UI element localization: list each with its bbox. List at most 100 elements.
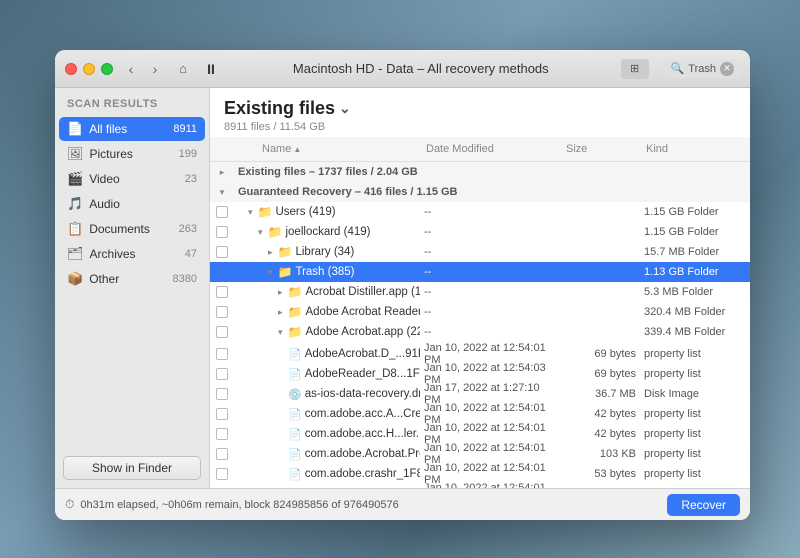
section-label: Existing files – 1737 files / 2.04 GB [234, 166, 750, 178]
sidebar-item-archives[interactable]: 🗂 Archives 47 [59, 242, 205, 266]
sidebar-item-documents[interactable]: 📋 Documents 263 [59, 217, 205, 241]
section-existing-files[interactable]: ▸ Existing files – 1737 files / 2.04 GB [210, 162, 750, 182]
folder-icon: 📁 [278, 245, 293, 259]
checkbox-icon [216, 206, 228, 218]
minimize-button[interactable] [83, 63, 95, 75]
folder-name-adobe-acrobat-app: ▾ 📁 Adobe Acrobat.app (227) [234, 325, 420, 339]
folder-name-library: ▸ 📁 Library (34) [234, 245, 420, 259]
file-panel-title-text: Existing files [224, 98, 335, 119]
chevron-down-icon[interactable]: ⌄ [339, 100, 351, 117]
file-row-adobereader-d8[interactable]: 📄 AdobeReader_D8...1F8545130C.plist Jan … [210, 362, 750, 382]
folder-date-acrobat-distiller: -- [420, 286, 560, 298]
sidebar-audio-icon: 🎵 [67, 196, 83, 212]
checkbox-com-adobe-acrobat-pro[interactable] [210, 448, 234, 460]
sidebar-section-title: Scan results [55, 88, 209, 116]
folder-row-acrobat-distiller[interactable]: ▸ 📁 Acrobat Distiller.app (10) -- 5.3 MB… [210, 282, 750, 302]
file-row-as-ios-data-recovery[interactable]: 💿 as-ios-data-recovery.dmg Jan 17, 2022 … [210, 382, 750, 402]
folder-date-joellockard: -- [420, 226, 560, 238]
status-text: 0h31m elapsed, ~0h06m remain, block 8249… [80, 499, 661, 511]
folder-date-users: -- [420, 206, 560, 218]
home-button[interactable]: ⌂ [173, 59, 193, 79]
folder-row-trash[interactable]: ▾ 📁 Trash (385) -- 1.13 GB Folder [210, 262, 750, 282]
checkbox-adobeacrobat-91f[interactable] [210, 348, 234, 360]
sidebar-item-other[interactable]: 📦 Other 8380 [59, 267, 205, 291]
folder-icon: 📁 [288, 325, 303, 339]
close-button[interactable] [65, 63, 77, 75]
checkbox-adobereader-d8[interactable] [210, 368, 234, 380]
checkbox-acrobat-distiller[interactable] [210, 286, 234, 298]
checkbox-com-adobe-crashr-1f[interactable] [210, 468, 234, 480]
folder-row-users[interactable]: ▾ 📁 Users (419) -- 1.15 GB Folder [210, 202, 750, 222]
section-guaranteed-recovery[interactable]: ▾ Guaranteed Recovery – 416 files / 1.15… [210, 182, 750, 202]
checkbox-icon [216, 306, 228, 318]
date-column-header[interactable]: Date Modified [420, 141, 560, 157]
nav-buttons: ‹ › [121, 59, 165, 79]
checkbox-com-adobe-acc-renderer[interactable] [210, 428, 234, 440]
sidebar-footer: Show in Finder [55, 448, 209, 488]
file-row-com-adobe-crashr-1f[interactable]: 📄 com.adobe.crashr_1F8545130C.plist Jan … [210, 462, 750, 482]
sidebar-item-audio[interactable]: 🎵 Audio [59, 192, 205, 216]
folder-row-adobe-acrobat-app[interactable]: ▾ 📁 Adobe Acrobat.app (227) -- 339.4 MB … [210, 322, 750, 342]
sidebar-pictures-icon: 🖼 [67, 146, 84, 162]
view-toggle-button[interactable]: ⊞ [621, 59, 649, 79]
sidebar-all-files-count: 8911 [173, 123, 197, 135]
file-kind-com-adobe-crashr-1f: property list [640, 468, 750, 480]
traffic-lights [65, 63, 113, 75]
file-size-com-adobe-crashr-1f: 53 bytes [560, 468, 640, 480]
file-row-com-adobe-acc-renderer[interactable]: 📄 com.adobe.acc.H...ler.Renderer.plist J… [210, 422, 750, 442]
kind-column-header[interactable]: Kind [640, 141, 750, 157]
section-label: Guaranteed Recovery – 416 files / 1.15 G… [234, 186, 750, 198]
sidebar-item-video[interactable]: 🎬 Video 23 [59, 167, 205, 191]
file-size-as-ios-data-recovery: 36.7 MB [560, 388, 640, 400]
expand-arrow-icon: ▸ [278, 287, 283, 298]
file-type-icon: 📄 [288, 468, 302, 481]
forward-button[interactable]: › [145, 59, 165, 79]
sidebar-pictures-count: 199 [179, 148, 197, 160]
checkbox-icon [216, 468, 228, 480]
file-kind-adobeacrobat-91f: property list [640, 348, 750, 360]
search-bar[interactable]: 🔍 Trash ✕ [665, 60, 740, 78]
clear-search-button[interactable]: ✕ [720, 62, 734, 76]
sidebar-item-all-files[interactable]: 📄 All files 8911 [59, 117, 205, 141]
checkbox-com-adobe-acc-creative[interactable] [210, 408, 234, 420]
checkbox-adobe-acrobat-dc[interactable] [210, 306, 234, 318]
checkbox-users[interactable] [210, 206, 234, 218]
checkbox-as-ios-data-recovery[interactable] [210, 388, 234, 400]
sidebar-items: 📄 All files 8911 🖼 Pictures 199 🎬 Video … [55, 116, 209, 292]
column-headers: Name ▲ Date Modified Size Kind [210, 137, 750, 162]
pause-button[interactable]: II [201, 59, 221, 79]
back-button[interactable]: ‹ [121, 59, 141, 79]
checkbox-joellockard[interactable] [210, 226, 234, 238]
folder-kind-adobe-acrobat-dc: 320.4 MB Folder [640, 306, 750, 318]
checkbox-trash[interactable] [210, 266, 234, 278]
sidebar-item-pictures[interactable]: 🖼 Pictures 199 [59, 142, 205, 166]
checkbox-icon [216, 246, 228, 258]
expand-arrow-icon: ▾ [278, 327, 283, 338]
checkbox-adobe-acrobat-app[interactable] [210, 326, 234, 338]
expand-arrow-icon: ▸ [268, 247, 273, 258]
file-row-com-adobe-acrobat-pro[interactable]: 📄 com.adobe.Acrobat.Pro.plist Jan 10, 20… [210, 442, 750, 462]
checkbox-library[interactable] [210, 246, 234, 258]
folder-row-adobe-acrobat-dc[interactable]: ▸ 📁 Adobe Acrobat Reader DC.app (123) --… [210, 302, 750, 322]
folder-row-library[interactable]: ▸ 📁 Library (34) -- 15.7 MB Folder [210, 242, 750, 262]
folder-kind-adobe-acrobat-app: 339.4 MB Folder [640, 326, 750, 338]
name-column-header[interactable]: Name ▲ [234, 141, 420, 157]
sidebar-other-count: 8380 [173, 273, 197, 285]
file-row-adobeacrobat-91f[interactable]: 📄 AdobeAcrobat.D_...91F8545130C.plist Ja… [210, 342, 750, 362]
folder-row-joellockard[interactable]: ▾ 📁 joellockard (419) -- 1.15 GB Folder [210, 222, 750, 242]
maximize-button[interactable] [101, 63, 113, 75]
size-column-header[interactable]: Size [560, 141, 640, 157]
window-title: Macintosh HD - Data – All recovery metho… [221, 61, 621, 76]
checkbox-icon [216, 266, 228, 278]
search-text: Trash [688, 63, 716, 75]
show-in-finder-button[interactable]: Show in Finder [63, 456, 201, 480]
checkbox-icon [216, 408, 228, 420]
file-row-com-adobe-acc-creative[interactable]: 📄 com.adobe.acc.A...CreativeCloud.plist … [210, 402, 750, 422]
file-panel-header: Existing files ⌄ 8911 files / 11.54 GB [210, 88, 750, 137]
checkbox-col-header [210, 141, 234, 157]
sidebar-documents-count: 263 [179, 223, 197, 235]
file-size-com-adobe-acc-renderer: 42 bytes [560, 428, 640, 440]
recover-button[interactable]: Recover [667, 494, 740, 516]
file-panel: Existing files ⌄ 8911 files / 11.54 GB N… [210, 88, 750, 488]
file-name-as-ios-data-recovery: 💿 as-ios-data-recovery.dmg [234, 388, 420, 401]
